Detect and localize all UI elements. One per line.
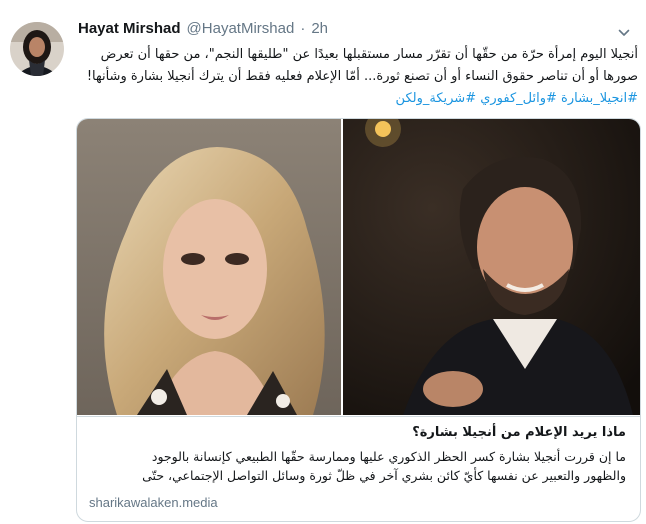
tweet-timestamp[interactable]: 2h [311,20,328,37]
tweet-text: أنجيلا اليوم إمرأة حرّة من حقّها أن تقرّ… [78,44,638,110]
separator-dot: · [300,20,306,37]
tweet-text-line: أنجيلا اليوم إمرأة حرّة من حقّها أن تقرّ… [100,47,638,62]
card-image-man-portrait[interactable] [343,119,640,415]
tweet[interactable]: Hayat Mirshad @HayatMirshad · 2h أنجيلا … [0,0,646,524]
chevron-down-icon[interactable] [618,26,630,38]
card-domain[interactable]: sharikawalaken.media [89,495,218,510]
author-handle[interactable]: @HayatMirshad [187,20,295,37]
card-image-woman-portrait[interactable] [77,119,341,415]
author-name[interactable]: Hayat Mirshad [78,20,181,37]
tweet-header: Hayat Mirshad @HayatMirshad · 2h [78,20,328,42]
link-card[interactable]: ماذا يريد الإعلام من أنجيلا بشارة؟ ما إن… [76,118,641,522]
card-title[interactable]: ماذا يريد الإعلام من أنجيلا بشارة؟ [412,425,626,440]
tweet-text-line: صورها أو أن تناصر حقوق النساء أو أن تصنع… [86,69,638,84]
card-media[interactable] [77,119,640,415]
avatar[interactable] [10,22,64,76]
hashtag-links[interactable]: #انجيلا_بشارة #وائل_كفوري #شريكة_ولكن [78,88,638,110]
card-description: ما إن قررت أنجيلا بشارة كسر الحظر الذكور… [86,447,626,485]
card-body[interactable]: ماذا يريد الإعلام من أنجيلا بشارة؟ ما إن… [77,416,640,521]
card-description-line: والظهور والتعبير عن نفسها كأيّ كائن بشري… [142,468,626,483]
card-description-line: ما إن قررت أنجيلا بشارة كسر الحظر الذكور… [151,449,626,464]
